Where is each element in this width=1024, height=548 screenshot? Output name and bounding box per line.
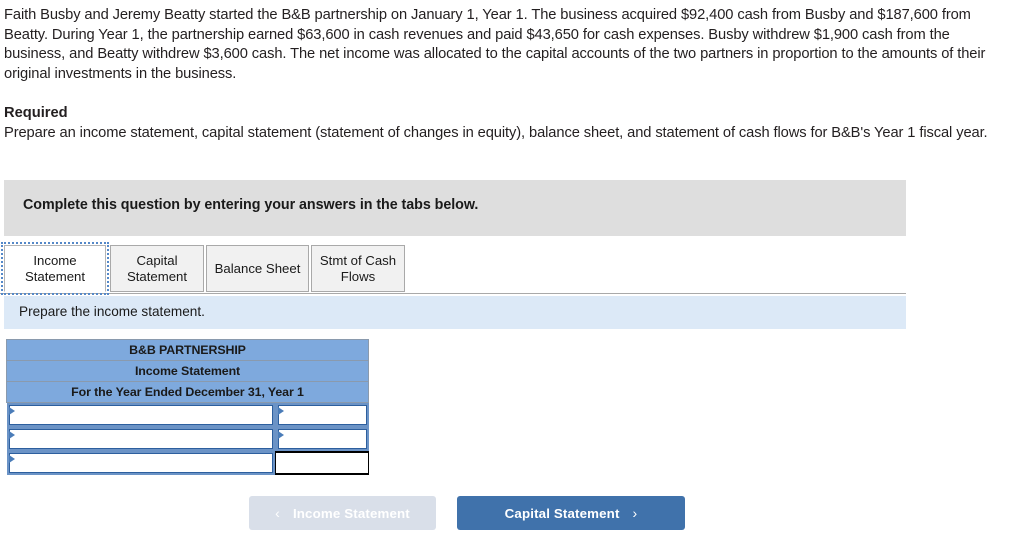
label-cell-box[interactable] bbox=[8, 405, 273, 426]
label-cell-shell bbox=[6, 427, 275, 451]
dropdown-caret-icon bbox=[8, 455, 15, 463]
worksheet-header-row: B&B PARTNERSHIP bbox=[6, 339, 369, 361]
tab-label-line2: Statement bbox=[24, 268, 86, 284]
worksheet-navigation-bar: ‹ Income Statement Capital Statement › bbox=[0, 496, 1024, 536]
worksheet-label-cell bbox=[6, 403, 275, 427]
tab-strip: Income Statement Capital Statement Balan… bbox=[0, 242, 906, 295]
amount-cell-shell bbox=[274, 403, 369, 427]
next-button-label: Capital Statement bbox=[504, 505, 620, 521]
dropdown-caret-icon bbox=[277, 431, 284, 439]
tab-label-line2: Flows bbox=[340, 268, 376, 284]
prev-button-label: Income Statement bbox=[292, 505, 410, 521]
tab-label-line1: Capital bbox=[136, 253, 178, 268]
label-cell-box[interactable] bbox=[8, 453, 273, 474]
income-statement-worksheet: B&B PARTNERSHIP Income Statement For the… bbox=[6, 339, 369, 475]
label-cell-box[interactable] bbox=[8, 429, 273, 450]
worksheet-label-cell bbox=[6, 451, 275, 475]
amount-cell-box[interactable] bbox=[277, 405, 367, 426]
worksheet-header-row: For the Year Ended December 31, Year 1 bbox=[6, 381, 369, 403]
tab-strip-underline bbox=[0, 293, 906, 294]
tab-balance-sheet-label: Balance Sheet bbox=[214, 260, 301, 276]
required-heading: Required bbox=[4, 105, 68, 121]
worksheet-total-amount-cell bbox=[274, 451, 369, 475]
amount-cell-shell bbox=[274, 427, 369, 451]
worksheet-title-statement: Income Statement bbox=[6, 360, 369, 382]
subinstruction-text: Prepare the income statement. bbox=[19, 304, 205, 319]
tab-income-statement[interactable]: Income Statement bbox=[1, 242, 109, 295]
worksheet-header-row: Income Statement bbox=[6, 360, 369, 382]
worksheet-title-period: For the Year Ended December 31, Year 1 bbox=[6, 381, 369, 403]
dropdown-caret-icon bbox=[277, 407, 284, 415]
tab-label-line1: Income bbox=[33, 253, 77, 268]
chevron-left-icon: ‹ bbox=[275, 505, 280, 521]
problem-statement: Faith Busby and Jeremy Beatty started th… bbox=[4, 6, 996, 143]
worksheet-title-company: B&B PARTNERSHIP bbox=[6, 339, 369, 361]
worksheet-entry-row bbox=[6, 451, 369, 475]
tab-label-line1: Stmt of Cash bbox=[319, 253, 397, 268]
label-cell-shell bbox=[6, 403, 275, 427]
tab-capital-statement[interactable]: Capital Statement bbox=[110, 245, 204, 292]
worksheet-entry-row bbox=[6, 427, 369, 451]
worksheet-entry-row bbox=[6, 403, 369, 427]
tab-stmt-of-cash-flows[interactable]: Stmt of Cash Flows bbox=[311, 245, 405, 292]
subinstruction-bar: Prepare the income statement. bbox=[4, 296, 906, 329]
chevron-right-icon: › bbox=[632, 505, 638, 521]
instruction-banner: Complete this question by entering your … bbox=[4, 180, 906, 236]
total-amount-cell-box[interactable] bbox=[274, 451, 369, 475]
tab-balance-sheet[interactable]: Balance Sheet bbox=[206, 245, 309, 292]
worksheet-label-cell bbox=[6, 427, 275, 451]
amount-cell-box[interactable] bbox=[277, 429, 367, 450]
total-amount-cell-shell bbox=[274, 451, 369, 475]
dropdown-caret-icon bbox=[8, 407, 15, 415]
prev-income-statement-button[interactable]: ‹ Income Statement bbox=[249, 496, 436, 530]
next-capital-statement-button[interactable]: Capital Statement › bbox=[457, 496, 685, 530]
tab-stmt-of-cash-flows-label: Stmt of Cash Flows bbox=[320, 253, 396, 284]
account-label-input-3[interactable] bbox=[17, 454, 270, 474]
required-text: Prepare an income statement, capital sta… bbox=[4, 124, 988, 141]
account-amount-input-2[interactable] bbox=[284, 430, 362, 450]
problem-paragraph: Faith Busby and Jeremy Beatty started th… bbox=[4, 7, 986, 82]
tab-label-line2: Statement bbox=[126, 268, 188, 284]
tab-income-statement-label: Income Statement bbox=[25, 253, 85, 284]
worksheet-amount-cell bbox=[274, 427, 369, 451]
label-cell-shell bbox=[6, 451, 275, 475]
net-income-amount-input[interactable] bbox=[281, 453, 364, 475]
dropdown-caret-icon bbox=[8, 431, 15, 439]
instruction-banner-text: Complete this question by entering your … bbox=[23, 197, 479, 213]
account-label-input-1[interactable] bbox=[17, 406, 270, 426]
account-amount-input-1[interactable] bbox=[284, 406, 362, 426]
tab-capital-statement-label: Capital Statement bbox=[127, 253, 187, 284]
account-label-input-2[interactable] bbox=[17, 430, 270, 450]
worksheet-amount-cell bbox=[274, 403, 369, 427]
